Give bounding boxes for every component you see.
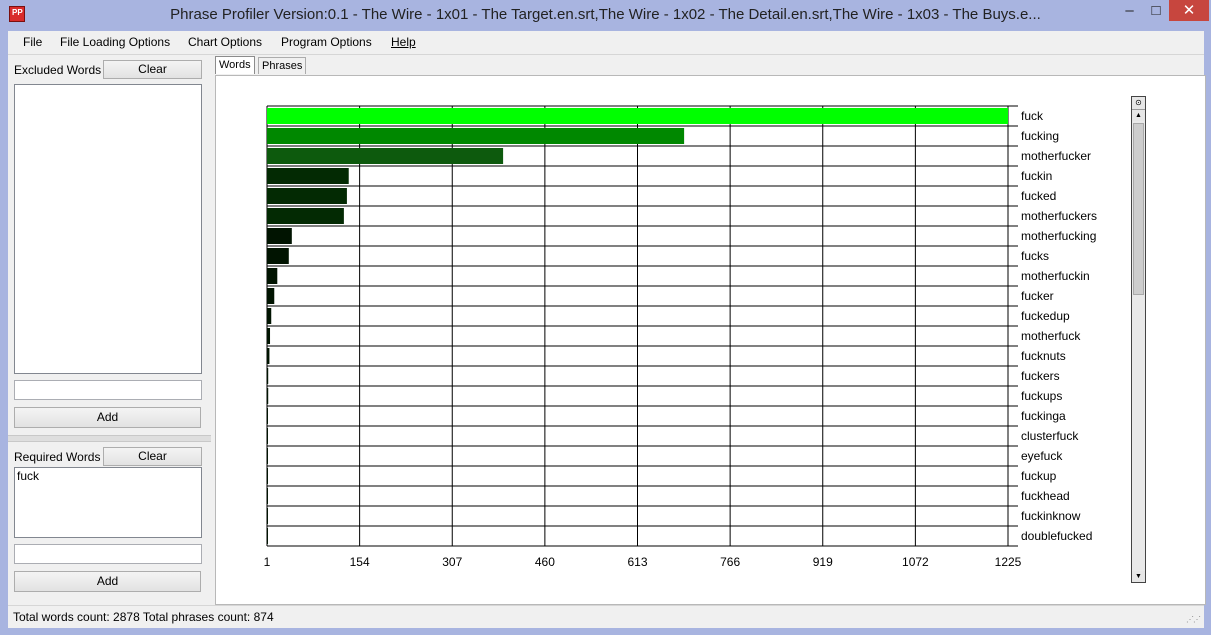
scroll-thumb[interactable] [1133, 123, 1144, 295]
menu-file[interactable]: File [23, 35, 42, 49]
menu-bar: File File Loading Options Chart Options … [8, 31, 1204, 55]
required-words-list[interactable]: fuck [14, 467, 202, 538]
required-add-button[interactable]: Add [14, 571, 201, 592]
app-window: PP Phrase Profiler Version:0.1 - The Wir… [0, 0, 1211, 635]
category-label: fuckin [1021, 169, 1052, 183]
x-tick-label: 766 [720, 555, 740, 569]
required-words-label: Required Words [14, 450, 101, 464]
required-words-panel: Required Words Clear fuck Add [8, 442, 211, 603]
category-label: fucknuts [1021, 349, 1066, 363]
tab-phrases[interactable]: Phrases [258, 57, 307, 74]
x-tick-label: 154 [350, 555, 370, 569]
category-label: fucked [1021, 189, 1056, 203]
category-label: fuckinknow [1021, 509, 1081, 523]
category-label: fucking [1021, 129, 1059, 143]
chart-bar[interactable] [267, 348, 270, 364]
chart-category-labels: fuck fucking motherfucker fuckin fucked mothe… [1021, 109, 1097, 543]
required-clear-button[interactable]: Clear [103, 447, 202, 466]
client-area: Excluded Words Clear Add Required Words … [8, 55, 1206, 605]
menu-program-options[interactable]: Program Options [281, 35, 372, 49]
category-label: motherfucking [1021, 229, 1096, 243]
category-label: fucks [1021, 249, 1049, 263]
excluded-add-button[interactable]: Add [14, 407, 201, 428]
frequency-chart: fuck fucking motherfucker fuckin fucked mothe… [264, 105, 1097, 569]
x-tick-label: 613 [627, 555, 647, 569]
category-label: fuck [1021, 109, 1044, 123]
chart-bar[interactable] [267, 448, 268, 464]
scroll-down-icon[interactable]: ▼ [1132, 571, 1145, 582]
x-tick-label: 307 [442, 555, 462, 569]
chart-bar[interactable] [267, 288, 275, 304]
chart-bar[interactable] [267, 428, 268, 444]
chart-bar[interactable] [267, 128, 685, 144]
category-label: fuckers [1021, 369, 1060, 383]
category-label: fuckup [1021, 469, 1057, 483]
x-tick-label: 1225 [995, 555, 1022, 569]
scroll-up-icon[interactable]: ▲ [1132, 110, 1145, 121]
category-label: clusterfuck [1021, 429, 1079, 443]
menu-chart-options[interactable]: Chart Options [188, 35, 262, 49]
excluded-words-list[interactable] [14, 84, 202, 374]
tab-words[interactable]: Words [215, 56, 255, 74]
chart-bar[interactable] [267, 108, 1008, 124]
x-tick-label: 1 [264, 555, 271, 569]
menu-file-loading-options[interactable]: File Loading Options [60, 35, 170, 49]
title-bar[interactable]: PP Phrase Profiler Version:0.1 - The Wir… [0, 0, 1211, 31]
panel-splitter[interactable] [8, 435, 211, 442]
words-chart-panel: fuck fucking motherfucker fuckin fucked mothe… [215, 75, 1206, 605]
chart-bar[interactable] [267, 328, 271, 344]
chart-bar[interactable] [267, 228, 292, 244]
excluded-words-label: Excluded Words [14, 63, 102, 77]
category-label: fuckups [1021, 389, 1062, 403]
status-bar: Total words count: 2878 Total phrases co… [8, 605, 1204, 628]
category-label: fucker [1021, 289, 1054, 303]
category-label: motherfuck [1021, 329, 1081, 343]
chart-bar[interactable] [267, 248, 289, 264]
excluded-clear-button[interactable]: Clear [103, 60, 202, 79]
chart-bar[interactable] [267, 508, 268, 524]
menu-help[interactable]: Help [391, 35, 416, 49]
category-label: fuckhead [1021, 489, 1070, 503]
window-title: Phrase Profiler Version:0.1 - The Wire -… [170, 6, 1041, 23]
close-button[interactable]: ✕ [1169, 0, 1209, 21]
x-tick-label: 460 [535, 555, 555, 569]
status-counts: Total words count: 2878 Total phrases co… [13, 610, 274, 624]
category-label: fuckedup [1021, 309, 1070, 323]
chart-bar[interactable] [267, 388, 269, 404]
chart-bar[interactable] [267, 268, 278, 284]
chart-bar[interactable] [267, 528, 268, 544]
chart-bar[interactable] [267, 168, 349, 184]
resize-grip-icon[interactable]: ⋰⋰ [1186, 615, 1201, 624]
maximize-button[interactable]: □ [1143, 0, 1169, 21]
chart-bar[interactable] [267, 408, 268, 424]
chart-scrollbar[interactable]: ⊙ ▲ ▼ [1131, 96, 1146, 583]
chart-bar[interactable] [267, 488, 268, 504]
required-word-input[interactable] [14, 544, 202, 564]
category-label: motherfuckers [1021, 209, 1097, 223]
minimize-button[interactable]: – [1116, 0, 1143, 21]
chart-bar[interactable] [267, 188, 347, 204]
category-label: motherfucker [1021, 149, 1091, 163]
chart-bar[interactable] [267, 208, 344, 224]
excluded-word-input[interactable] [14, 380, 202, 400]
category-label: motherfuckin [1021, 269, 1090, 283]
chart-x-ticks: 1 154 307 460 613 766 919 1072 1225 [264, 555, 1022, 569]
category-label: doublefucked [1021, 529, 1092, 543]
category-label: fuckinga [1021, 409, 1066, 423]
excluded-words-panel: Excluded Words Clear Add [8, 55, 211, 435]
category-label: eyefuck [1021, 449, 1063, 463]
chart-gridlines [266, 105, 1018, 547]
scroll-reset-icon[interactable]: ⊙ [1132, 97, 1145, 110]
chart-bar[interactable] [267, 308, 272, 324]
x-tick-label: 1072 [902, 555, 929, 569]
chart-bar[interactable] [267, 368, 269, 384]
list-item[interactable]: fuck [15, 468, 201, 484]
chart-bar[interactable] [267, 148, 504, 164]
x-tick-label: 919 [813, 555, 833, 569]
chart-bar[interactable] [267, 468, 268, 484]
